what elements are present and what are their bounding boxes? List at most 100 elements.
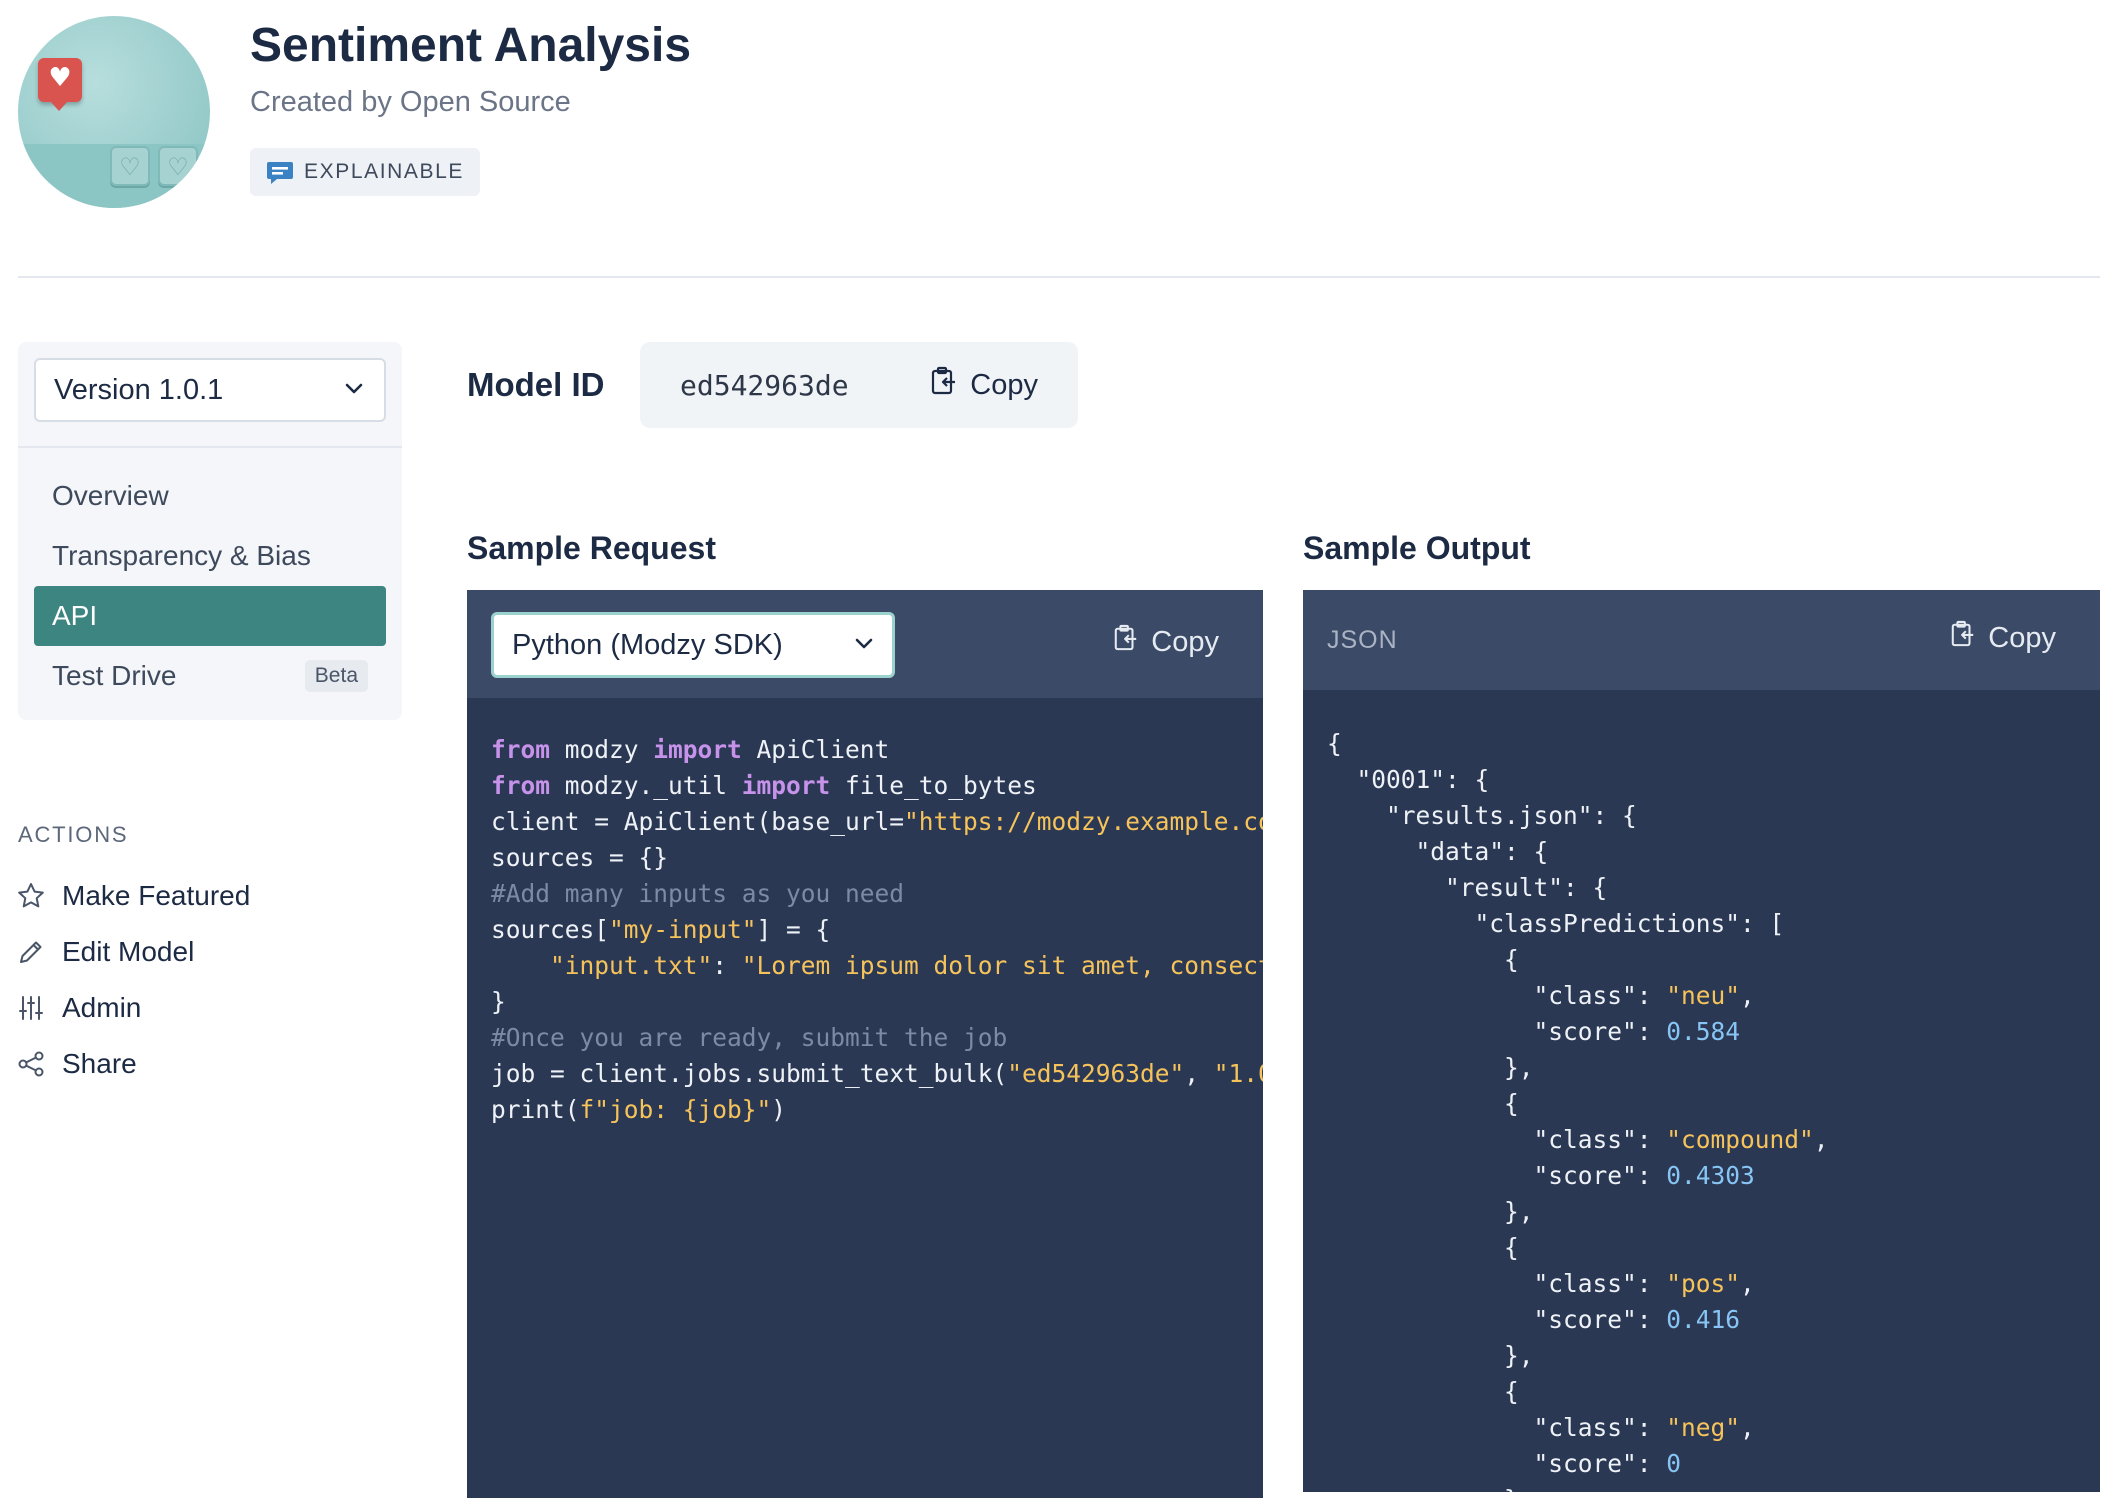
copy-model-id-button[interactable]: Copy [930,366,1038,404]
code-token: "compound" [1666,1125,1814,1154]
language-select[interactable]: Python (Modzy SDK) [491,612,895,678]
chat-bubble-icon [266,160,294,184]
code-token: "data": { [1327,837,1549,866]
action-label: Share [62,1048,137,1079]
code-token: 0.584 [1666,1017,1741,1046]
clipboard-icon [930,366,958,404]
code-token: , [1740,1413,1755,1442]
code-token: "ed542963de" [1007,1059,1185,1088]
sidebar-item-transparency-bias[interactable]: Transparency & Bias [34,526,386,586]
code-line: #Once you are ready, submit the job [491,1020,1263,1056]
code-token: , [1813,1125,1829,1154]
code-token: 0.416 [1666,1305,1741,1334]
beta-badge: Beta [304,660,368,692]
code-token: client = ApiClient(base_url= [491,807,905,836]
copy-request-button[interactable]: Copy [1113,624,1219,660]
action-label: Admin [62,992,142,1023]
badge-label: EXPLAINABLE [304,160,465,183]
code-token: { [1327,1233,1519,1262]
sidebar: Version 1.0.1 Overview Transparency & Bi… [18,342,402,720]
code-token: file_to_bytes [830,771,1037,800]
code-token: ] = { [756,915,831,944]
code-token: job = client.jobs.submit_text_bulk( [491,1059,1008,1088]
copy-label: Copy [1151,625,1219,658]
code-line: job = client.jobs.submit_text_bulk("ed54… [491,1056,1263,1092]
code-token: modzy._util [550,771,742,800]
code-line: from modzy import ApiClient [491,732,1263,768]
code-token: sources[ [491,915,610,944]
code-line: }, [1327,1050,2100,1086]
code-line: from modzy._util import file_to_bytes [491,768,1263,804]
model-id-box: ed542963de Copy [640,342,1078,428]
code-token: "class": [1327,1125,1667,1154]
sidebar-item-overview[interactable]: Overview [34,466,386,526]
sidebar-item-test-drive[interactable]: Test Drive Beta [34,646,386,706]
code-token: { [1327,729,1342,758]
edit-model-button[interactable]: Edit Model [16,936,194,968]
heart-bubble-icon [38,58,82,111]
code-token: "pos" [1666,1269,1741,1298]
language-select-value: Python (Modzy SDK) [512,628,783,661]
code-token: "score": [1327,1161,1667,1190]
code-token: print( [491,1095,580,1124]
output-format-label: JSON [1327,626,1398,654]
code-token: 0 [1666,1449,1682,1478]
model-avatar [18,16,210,208]
code-token: "class": [1327,1413,1667,1442]
chevron-down-icon [852,631,876,660]
version-select-value: Version 1.0.1 [54,373,224,406]
action-label: Edit Model [62,936,195,967]
chevron-down-icon [342,376,366,405]
code-line: }, [1327,1338,2100,1374]
code-token: from [491,771,551,800]
code-token: }, [1327,1197,1534,1226]
code-line: "class": "neu", [1327,978,2100,1014]
code-line: { [1327,1086,2100,1122]
code-token: modzy [550,735,654,764]
copy-label: Copy [1988,621,2056,654]
code-token: "0001": { [1327,765,1490,794]
code-token: "class": [1327,1269,1667,1298]
share-button[interactable]: Share [16,1048,137,1080]
code-token: import [653,735,742,764]
page-title: Sentiment Analysis [250,19,692,72]
code-line: "score": 0.4303 [1327,1158,2100,1194]
code-line: "class": "pos", [1327,1266,2100,1302]
code-token: #Add many inputs as you need [491,879,905,908]
sidebar-item-api[interactable]: API [34,586,386,646]
code-line: #Add many inputs as you need [491,876,1263,912]
code-line: }, [1327,1194,2100,1230]
code-token: "results.json": { [1327,801,1637,830]
sidebar-item-label: Test Drive [52,660,177,691]
code-token: "input.txt" [550,951,713,980]
code-token: : [712,951,742,980]
admin-button[interactable]: Admin [16,992,141,1024]
code-line: { [1327,942,2100,978]
code-token: "classPredictions": [ [1327,909,1785,938]
code-token: , [1740,1269,1755,1298]
clipboard-icon [1113,624,1139,660]
code-line: "class": "neg", [1327,1410,2100,1446]
code-line: "score": 0 [1327,1446,2100,1482]
code-token: }, [1327,1341,1534,1370]
code-token: , [1184,1059,1214,1088]
sample-request-panel: Python (Modzy SDK) Copy from modzy impor… [467,590,1263,1498]
code-token: "neu" [1666,981,1741,1010]
code-line: sources = {} [491,840,1263,876]
heart-block-icon [110,146,150,186]
code-token: "score": [1327,1305,1667,1334]
code-token: 0.4303 [1666,1161,1755,1190]
copy-output-button[interactable]: Copy [1950,620,2056,656]
code-line: { [1327,1230,2100,1266]
copy-label: Copy [970,368,1038,401]
code-token: import [741,771,831,800]
code-line: "classPredictions": [ [1327,906,2100,942]
make-featured-button[interactable]: Make Featured [16,880,250,912]
code-token: "score": [1327,1017,1667,1046]
share-icon [16,1049,46,1079]
code-line: "0001": { [1327,762,2100,798]
version-select[interactable]: Version 1.0.1 [34,358,386,422]
code-token: "score": [1327,1449,1667,1478]
sample-output-panel: JSON Copy { "0001": { "results.json": { … [1303,590,2100,1492]
action-label: Make Featured [62,880,251,911]
